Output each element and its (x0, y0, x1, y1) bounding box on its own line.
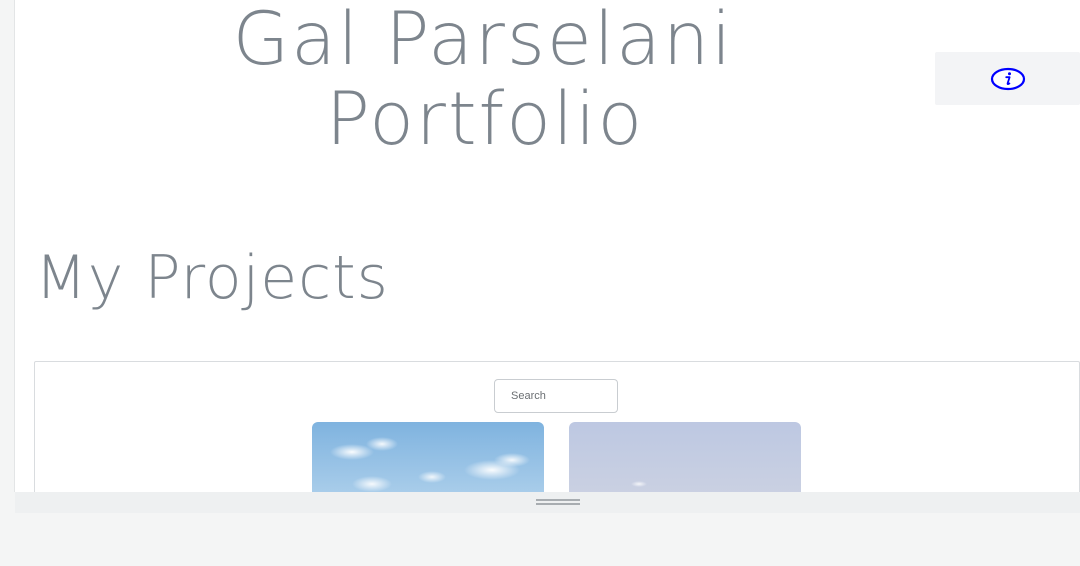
site-title-line1: Gal Parselani (232, 0, 734, 82)
site-title-line2: Portfolio (325, 77, 645, 162)
project-card[interactable] (569, 422, 801, 492)
info-button-container (935, 52, 1080, 105)
drag-handle-icon[interactable] (536, 499, 580, 507)
info-icon[interactable] (990, 67, 1026, 91)
bottom-resize-bar (15, 492, 1080, 513)
search-input[interactable] (494, 379, 618, 413)
pale-sky-image (569, 422, 801, 492)
project-card[interactable] (312, 422, 544, 492)
projects-panel (34, 361, 1080, 492)
site-title: Gal Parselani Portfolio (15, 0, 955, 160)
projects-heading: My Projects (35, 243, 389, 313)
page-viewport: Gal Parselani Portfolio My Projects (15, 0, 1080, 492)
sky-clouds-image (312, 422, 544, 492)
